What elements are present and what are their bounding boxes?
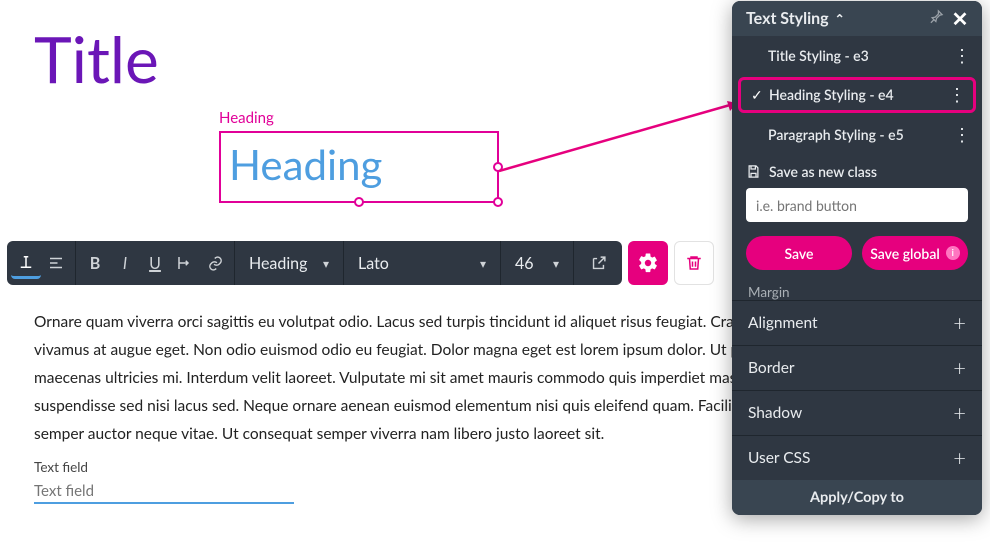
plus-icon: +: [953, 444, 966, 471]
save-global-button[interactable]: Save global i: [862, 236, 968, 270]
font-value: Lato: [358, 254, 389, 273]
save-button[interactable]: Save: [746, 236, 852, 270]
check-icon: ✓: [751, 86, 769, 104]
pin-icon[interactable]: [924, 9, 948, 28]
trash-icon: [685, 254, 703, 272]
plus-icon: +: [953, 354, 966, 381]
delete-button[interactable]: [674, 241, 714, 285]
settings-button[interactable]: [628, 241, 668, 285]
class-item-paragraph[interactable]: Paragraph Styling - e5 ⋮: [732, 116, 982, 153]
underline-button[interactable]: U: [140, 247, 170, 279]
indent-button[interactable]: [170, 247, 200, 279]
heading-block[interactable]: Heading Heading: [219, 109, 499, 203]
heading-selected-box[interactable]: Heading: [219, 131, 499, 203]
save-heading: Save as new class: [746, 163, 968, 180]
text-field-label: Text field: [34, 459, 88, 475]
text-field-input[interactable]: [34, 480, 294, 504]
chevron-down-icon: ▾: [553, 256, 559, 271]
element-type-select[interactable]: Heading ▾: [239, 246, 339, 280]
accordion-alignment[interactable]: Alignment+: [732, 300, 982, 345]
more-icon[interactable]: ⋮: [953, 123, 970, 146]
toolbar-main: B I U Heading ▾ Lato ▾: [7, 241, 622, 285]
save-icon: [746, 164, 761, 179]
more-icon[interactable]: ⋮: [953, 44, 970, 67]
heading-tag-label: Heading: [219, 109, 499, 127]
apply-copy-button[interactable]: Apply/Copy to: [732, 480, 982, 515]
plus-icon: +: [953, 309, 966, 336]
info-badge: i: [946, 246, 960, 260]
save-block: Save as new class Save Save global i: [732, 153, 982, 284]
chevron-up-icon: ⌃: [835, 11, 845, 26]
connector-line: [499, 99, 759, 179]
text-styling-panel: Text Styling ⌃ ✕ Title Styling - e3 ⋮ ✓ …: [732, 1, 982, 515]
plus-icon: +: [953, 399, 966, 426]
resize-handle-south[interactable]: [354, 197, 364, 207]
resize-handle-east[interactable]: [493, 162, 503, 172]
accordion-shadow[interactable]: Shadow+: [732, 390, 982, 435]
close-icon[interactable]: ✕: [948, 7, 972, 31]
class-item-heading[interactable]: ✓ Heading Styling - e4 ⋮: [738, 77, 976, 113]
class-name-input[interactable]: [746, 188, 968, 222]
resize-handle-southeast[interactable]: [493, 197, 503, 207]
italic-button[interactable]: I: [110, 247, 140, 279]
title-text[interactable]: Title: [34, 20, 159, 97]
gear-icon: [637, 252, 659, 274]
class-label: Heading Styling - e4: [769, 86, 948, 103]
section-margin-peek: Margin: [732, 284, 982, 300]
link-button[interactable]: [200, 247, 230, 279]
class-item-title[interactable]: Title Styling - e3 ⋮: [732, 36, 982, 73]
more-icon[interactable]: ⋮: [948, 83, 965, 106]
size-select[interactable]: 46 ▾: [505, 246, 569, 280]
size-value: 46: [515, 254, 534, 273]
text-style-button[interactable]: [11, 247, 41, 279]
class-label: Paragraph Styling - e5: [768, 126, 953, 143]
element-type-value: Heading: [249, 254, 307, 273]
class-label: Title Styling - e3: [768, 47, 953, 64]
editor-canvas: Title Heading Heading B I: [0, 0, 990, 557]
font-select[interactable]: Lato ▾: [348, 246, 496, 280]
panel-title: Text Styling: [746, 9, 829, 28]
accordion-border[interactable]: Border+: [732, 345, 982, 390]
align-button[interactable]: [41, 247, 71, 279]
chevron-down-icon: ▾: [323, 256, 329, 271]
open-external-button[interactable]: [578, 247, 618, 279]
heading-text[interactable]: Heading: [229, 139, 489, 189]
accordion-user-css[interactable]: User CSS+: [732, 435, 982, 480]
panel-header[interactable]: Text Styling ⌃ ✕: [732, 1, 982, 36]
bold-button[interactable]: B: [80, 247, 110, 279]
chevron-down-icon: ▾: [480, 256, 486, 271]
text-toolbar: B I U Heading ▾ Lato ▾: [7, 241, 714, 285]
